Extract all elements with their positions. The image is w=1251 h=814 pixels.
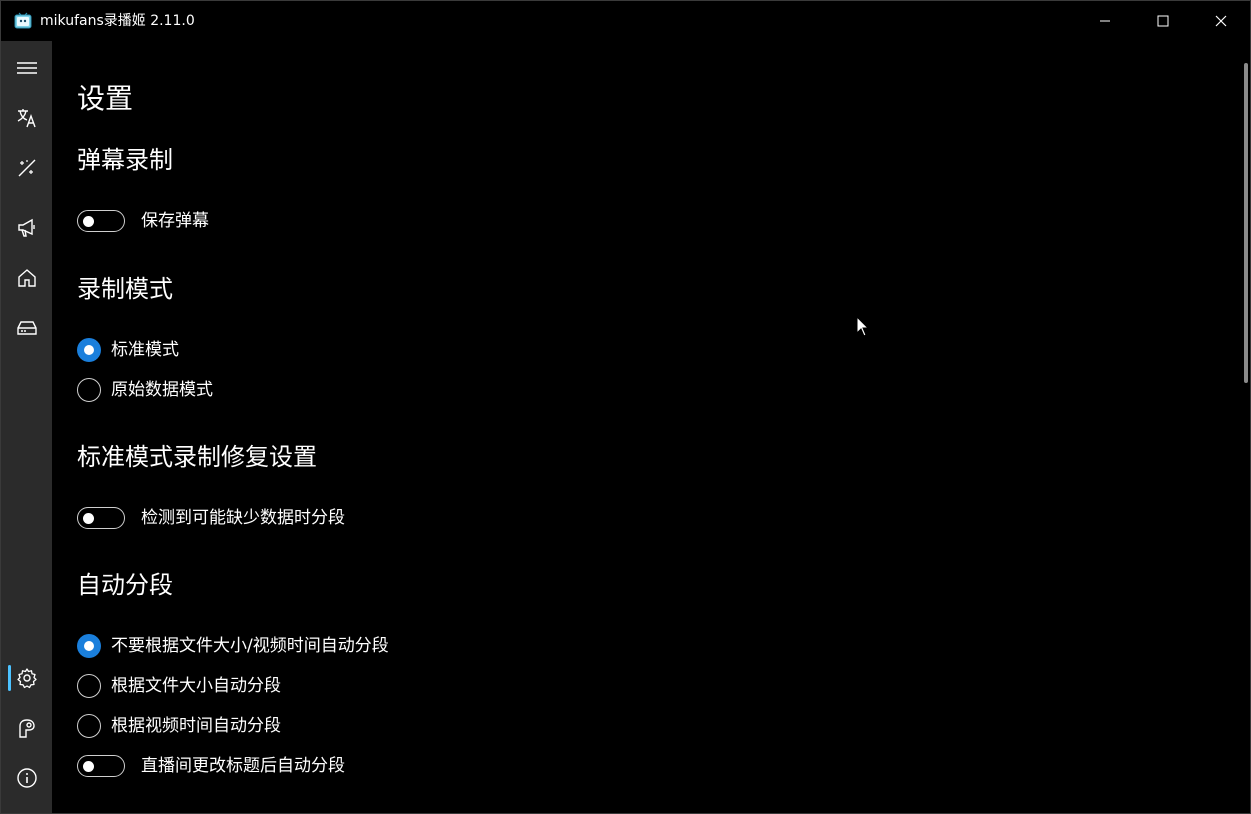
nav-item-storage[interactable] <box>1 308 52 348</box>
radio-label: 原始数据模式 <box>111 380 213 400</box>
navigation-rail <box>1 41 52 813</box>
scrollbar-thumb[interactable] <box>1244 63 1248 383</box>
toggle-split-on-missing-data[interactable]: 检测到可能缺少数据时分段 <box>77 504 345 532</box>
home-icon <box>17 269 36 287</box>
radio-button[interactable] <box>77 674 101 698</box>
settings-icon <box>16 668 37 689</box>
info-icon <box>16 768 37 788</box>
section-title-record-mode: 录制模式 <box>77 275 173 303</box>
hamburger-menu-icon <box>16 62 37 74</box>
radio-button[interactable] <box>77 634 101 658</box>
maximize-button[interactable] <box>1134 1 1192 41</box>
close-button[interactable] <box>1192 1 1250 41</box>
radio-button[interactable] <box>77 714 101 738</box>
radio-raw-data-mode[interactable]: 原始数据模式 <box>77 376 213 404</box>
magic-wand-icon <box>18 159 35 177</box>
radio-button[interactable] <box>77 378 101 402</box>
nav-item-announcements[interactable] <box>1 208 52 248</box>
radio-no-auto-split[interactable]: 不要根据文件大小/视频时间自动分段 <box>77 632 389 660</box>
toggle-switch[interactable] <box>77 755 125 777</box>
toggle-label: 直播间更改标题后自动分段 <box>141 756 345 776</box>
radio-label: 标准模式 <box>111 340 179 360</box>
toggle-switch[interactable] <box>77 507 125 529</box>
radio-standard-mode[interactable]: 标准模式 <box>77 336 179 364</box>
settings-content: 设置 弹幕录制 保存弹幕 录制模式 标准模式 原始数据模式 标准模式录制修复设置… <box>52 41 1242 813</box>
mouse-cursor-icon <box>856 316 870 337</box>
minimize-button[interactable] <box>1076 1 1134 41</box>
toggle-switch[interactable] <box>77 210 125 232</box>
nav-item-home[interactable] <box>1 258 52 298</box>
radio-split-by-size[interactable]: 根据文件大小自动分段 <box>77 672 281 700</box>
radio-button[interactable] <box>77 338 101 362</box>
app-logo-icon <box>14 12 32 29</box>
storage-icon <box>16 321 37 335</box>
nav-item-settings[interactable] <box>1 658 52 698</box>
nav-active-indicator <box>8 665 11 691</box>
radio-label: 根据文件大小自动分段 <box>111 676 281 696</box>
toggle-label: 检测到可能缺少数据时分段 <box>141 508 345 528</box>
vertical-scrollbar[interactable] <box>1242 41 1250 813</box>
section-title-auto-split: 自动分段 <box>77 571 173 599</box>
toggle-save-danmaku[interactable]: 保存弹幕 <box>77 207 209 235</box>
nav-item-toolbox[interactable] <box>1 708 52 748</box>
radio-label: 不要根据文件大小/视频时间自动分段 <box>111 636 389 656</box>
megaphone-icon <box>17 218 35 237</box>
radio-split-by-time[interactable]: 根据视频时间自动分段 <box>77 712 281 740</box>
nav-item-tools[interactable] <box>1 148 52 188</box>
toggle-split-on-title-change[interactable]: 直播间更改标题后自动分段 <box>77 752 345 780</box>
section-title-danmaku: 弹幕录制 <box>77 146 173 174</box>
nav-menu-toggle[interactable] <box>1 48 52 88</box>
radio-label: 根据视频时间自动分段 <box>111 716 281 736</box>
nav-item-language[interactable] <box>1 98 52 138</box>
close-icon <box>1215 15 1227 27</box>
title-bar[interactable]: mikufans录播姬 2.11.0 <box>1 1 1250 41</box>
maximize-icon <box>1157 15 1169 27</box>
toolbox-icon <box>18 719 35 738</box>
nav-item-about[interactable] <box>1 758 52 798</box>
translate-icon <box>17 109 36 128</box>
section-title-fix-settings: 标准模式录制修复设置 <box>77 443 317 471</box>
toggle-label: 保存弹幕 <box>141 211 209 231</box>
app-window: mikufans录播姬 2.11.0 设置 弹幕录制 保存弹幕 录制模式 标准模… <box>0 0 1251 814</box>
page-title: 设置 <box>77 82 134 115</box>
minimize-icon <box>1100 20 1110 22</box>
window-title: mikufans录播姬 2.11.0 <box>40 13 195 29</box>
